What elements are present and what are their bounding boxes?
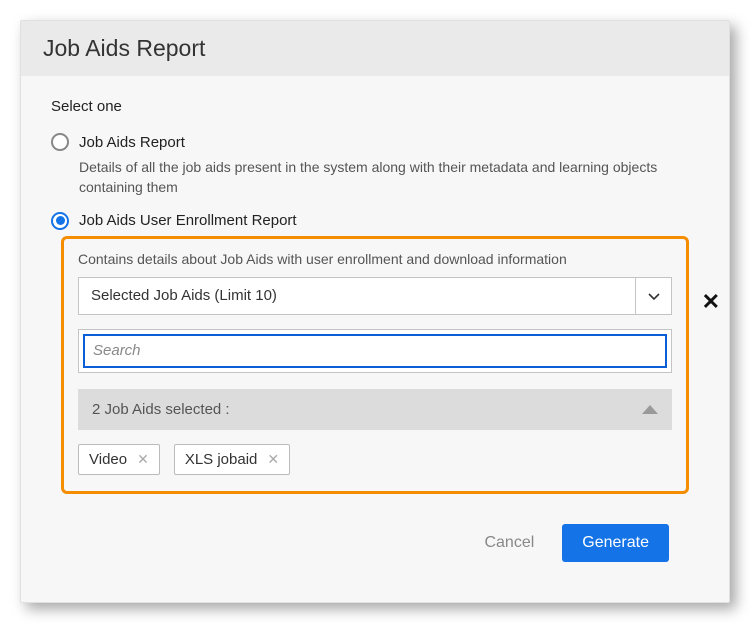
modal-footer: Cancel Generate — [51, 524, 699, 584]
modal-titlebar: Job Aids Report — [21, 21, 729, 76]
select-label: Selected Job Aids (Limit 10) — [79, 278, 635, 314]
select-one-heading: Select one — [51, 98, 699, 115]
chip-remove-icon[interactable]: ✕ — [137, 451, 149, 468]
job-aids-select[interactable]: Selected Job Aids (Limit 10) — [78, 277, 672, 315]
radio-icon-selected — [51, 212, 69, 230]
enrollment-report-panel: ✕ Contains details about Job Aids with u… — [61, 236, 689, 494]
selected-chips: Video ✕ XLS jobaid ✕ — [78, 444, 672, 475]
collapse-triangle-icon — [642, 405, 658, 414]
selected-count-text: 2 Job Aids selected : — [92, 401, 230, 418]
radio-option-job-aids-report[interactable]: Job Aids Report — [51, 133, 699, 151]
job-aids-report-modal: Job Aids Report Select one Job Aids Repo… — [20, 20, 730, 603]
generate-button[interactable]: Generate — [562, 524, 669, 562]
chip-remove-icon[interactable]: ✕ — [267, 451, 279, 468]
modal-body: Select one Job Aids Report Details of al… — [21, 76, 729, 602]
search-input[interactable] — [83, 334, 667, 368]
search-input-wrap — [78, 329, 672, 373]
radio-option-user-enrollment-report[interactable]: Job Aids User Enrollment Report — [51, 212, 699, 230]
radio-label: Job Aids User Enrollment Report — [79, 212, 297, 229]
chip-video[interactable]: Video ✕ — [78, 444, 160, 475]
cancel-button[interactable]: Cancel — [484, 534, 534, 552]
radio-dot-icon — [56, 216, 65, 225]
radio-label: Job Aids Report — [79, 134, 185, 151]
chip-label: Video — [89, 451, 127, 468]
selected-count-bar[interactable]: 2 Job Aids selected : — [78, 389, 672, 430]
radio-description: Details of all the job aids present in t… — [79, 157, 699, 198]
chip-label: XLS jobaid — [185, 451, 258, 468]
modal-title: Job Aids Report — [43, 35, 707, 62]
chevron-down-icon — [635, 278, 671, 314]
radio-icon-unselected — [51, 133, 69, 151]
close-icon[interactable]: ✕ — [702, 289, 720, 315]
panel-description: Contains details about Job Aids with use… — [78, 251, 672, 267]
chip-xls-jobaid[interactable]: XLS jobaid ✕ — [174, 444, 290, 475]
